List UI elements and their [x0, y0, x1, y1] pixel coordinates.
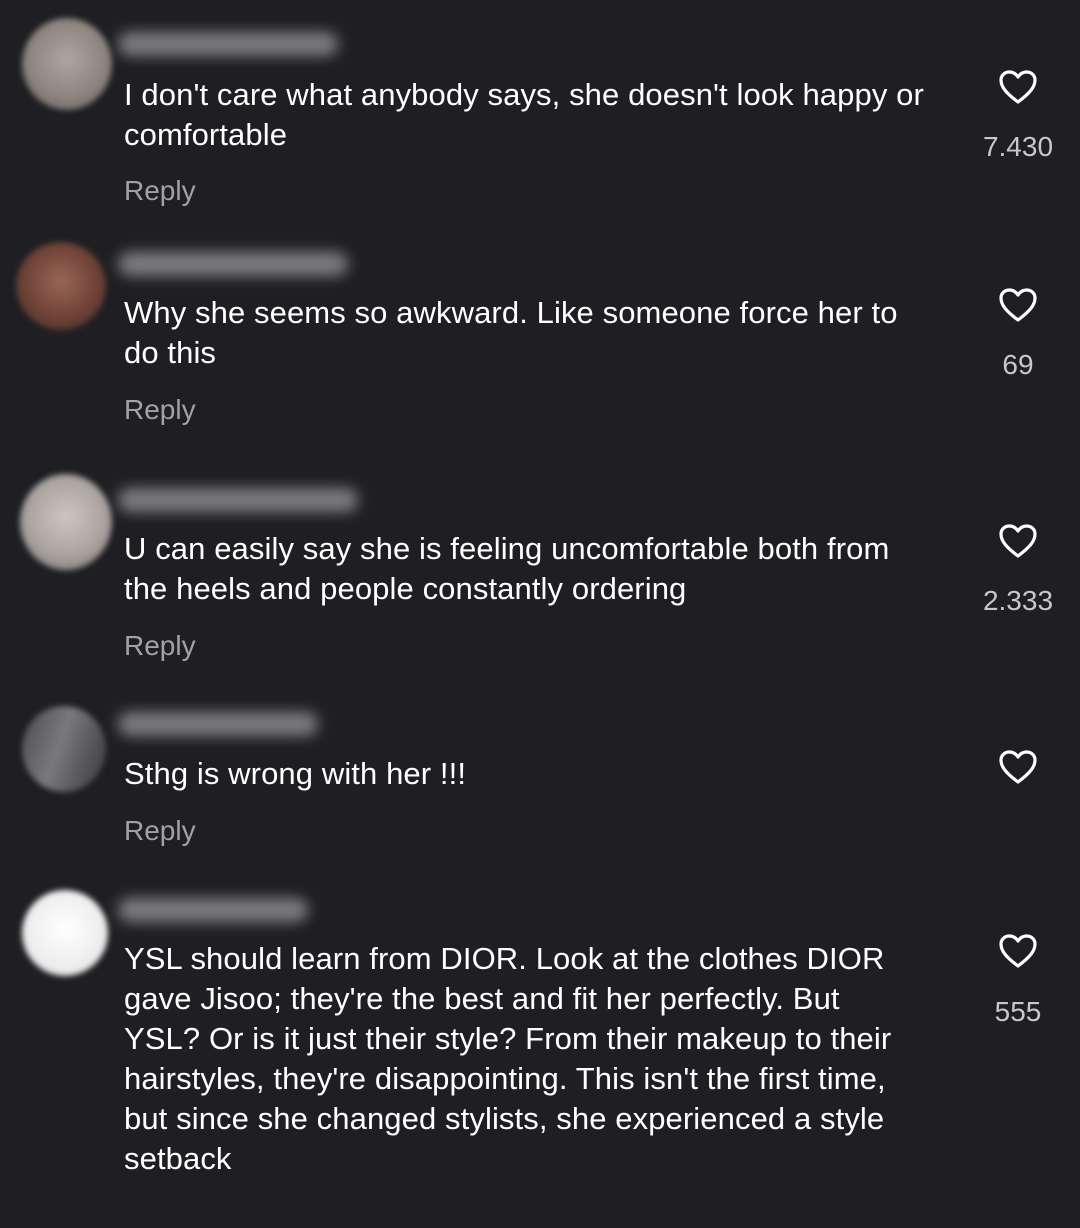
comment-text: I don't care what anybody says, she does… — [124, 77, 924, 152]
comment-text: Sthg is wrong with her !!! — [124, 756, 467, 791]
reply-button[interactable]: Reply — [124, 630, 196, 662]
avatar[interactable] — [16, 242, 106, 330]
heart-outline-icon[interactable] — [998, 523, 1038, 559]
avatar[interactable] — [20, 474, 112, 570]
username-blurred[interactable] — [118, 488, 358, 512]
reply-button[interactable]: Reply — [124, 394, 196, 426]
username-blurred[interactable] — [118, 712, 318, 736]
heart-outline-icon[interactable] — [998, 287, 1038, 323]
username-blurred[interactable] — [118, 898, 308, 922]
like-count: 2.333 — [982, 585, 1054, 616]
avatar[interactable] — [22, 18, 112, 110]
comment-text: YSL should learn from DIOR. Look at the … — [124, 941, 892, 1176]
comment-text: Why she seems so awkward. Like someone f… — [124, 295, 898, 370]
reply-button[interactable]: Reply — [124, 815, 196, 847]
username-blurred[interactable] — [118, 252, 348, 276]
like-count: 69 — [1002, 349, 1034, 380]
avatar[interactable] — [22, 706, 106, 792]
username-blurred[interactable] — [118, 32, 338, 56]
like-count: 7.430 — [982, 131, 1054, 162]
like-count: 555 — [994, 996, 1042, 1027]
comment-text: U can easily say she is feeling uncomfor… — [124, 531, 890, 606]
heart-outline-icon[interactable] — [998, 749, 1038, 785]
heart-outline-icon[interactable] — [998, 933, 1038, 969]
reply-button[interactable]: Reply — [124, 175, 196, 207]
heart-outline-icon[interactable] — [998, 69, 1038, 105]
avatar[interactable] — [22, 890, 108, 976]
